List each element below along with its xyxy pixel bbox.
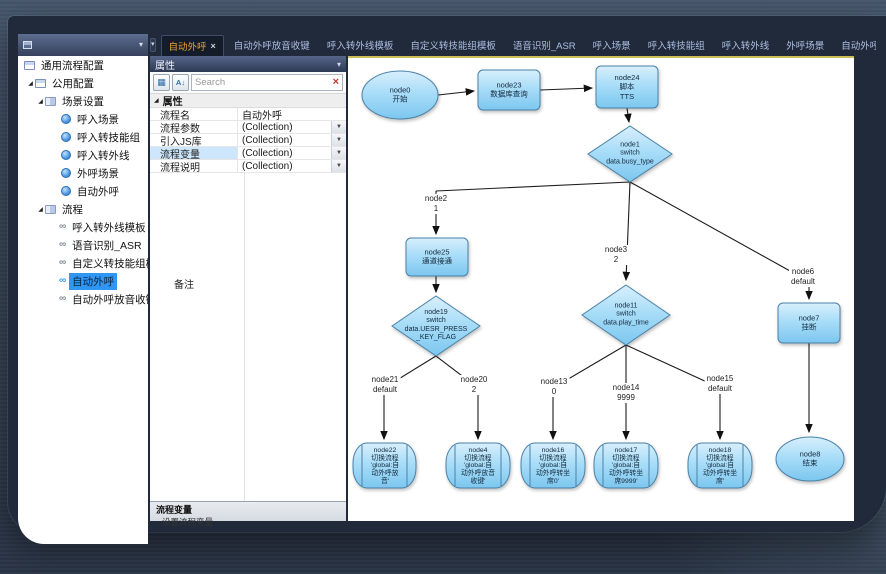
tree-item-flow-asr[interactable]: ∞ 语音识别_ASR [18, 236, 148, 254]
edge-label-node14: node14 9999 [611, 383, 642, 403]
tab-auto-outbound-active[interactable]: 自动外呼 × [161, 35, 224, 56]
node-subflow-17[interactable] [594, 443, 658, 488]
remark-label: 备注 [174, 276, 194, 291]
tab-inbound-outline[interactable]: 呼入转外线 [715, 35, 777, 55]
chain-icon: ∞ [59, 222, 66, 232]
tree-item-flows[interactable]: ◢ 流程 [18, 200, 148, 218]
tree-item-outbound-scene[interactable]: 外呼场景 [18, 164, 148, 182]
tree-item-flow-auto-outbound[interactable]: ∞ 自动外呼 [18, 272, 148, 290]
search-input[interactable] [195, 77, 333, 88]
tree-item-flow-custom-skillgroup-template[interactable]: ∞ 自定义转技能组模板 [18, 254, 148, 272]
selected-property-name: 流程变量 [156, 503, 340, 516]
dropdown-arrow-icon[interactable]: ▼ [331, 160, 346, 172]
node-subflow-18[interactable] [688, 443, 752, 488]
folder-icon [35, 79, 46, 88]
tab-custom-skillgroup-template[interactable]: 自定义转技能组模板 [403, 35, 503, 55]
node-start[interactable] [362, 71, 438, 119]
project-panel-icon [23, 41, 32, 49]
tree-item-inbound-outline[interactable]: 呼入转外线 [18, 146, 148, 164]
node-end[interactable] [776, 437, 844, 481]
selected-property-description: 设置流程变量 [156, 516, 340, 528]
property-search-box: × [191, 74, 343, 91]
document-tab-bar: ▾ 自动外呼 × 自动外呼放音收键 呼入转外线模板 自定义转技能组模板 语音识别… [150, 34, 876, 56]
close-icon[interactable]: × [211, 41, 216, 51]
app-window: ▾ 自动外呼 × 自动外呼放音收键 呼入转外线模板 自定义转技能组模板 语音识别… [8, 16, 886, 532]
edge-label-node20: node20 2 [459, 375, 490, 395]
edge-label-node2: node2 1 [423, 194, 449, 214]
edge-label-node15: node15 default [705, 374, 736, 394]
scene-icon [61, 168, 71, 178]
node-switch-press-key[interactable] [392, 296, 480, 356]
chain-icon: ∞ [59, 294, 66, 304]
tree-item-auto-outbound-scene[interactable]: 自动外呼 [18, 182, 148, 200]
tab-list-dropdown-icon[interactable]: ▾ [150, 38, 156, 52]
dropdown-arrow-icon[interactable]: ▼ [331, 147, 346, 159]
tree-item-inbound-scene[interactable]: 呼入场景 [18, 110, 148, 128]
tab-auto-outbound-play-key[interactable]: 自动外呼放音收键 [227, 35, 317, 55]
tree-item-public-config[interactable]: ◢ 公用配置 [18, 74, 148, 92]
tree-item-general-flow-config[interactable]: 通用流程配置 [18, 56, 148, 74]
expander-icon[interactable]: ◢ [26, 80, 35, 87]
tree-item-scene-settings[interactable]: ◢ 场景设置 [18, 92, 148, 110]
project-panel-header: ▾ [18, 34, 148, 56]
scene-icon [61, 132, 71, 142]
node-switch-busy-type[interactable] [588, 126, 672, 182]
edge-label-node6: node6 default [789, 267, 817, 287]
project-tree-panel: 通用流程配置 ◢ 公用配置 ◢ 场景设置 呼入场景 呼入转技能组 呼入转外线 外… [18, 56, 148, 544]
tree-item-flow-inbound-outline-template[interactable]: ∞ 呼入转外线模板 [18, 218, 148, 236]
clear-search-icon[interactable]: × [333, 77, 339, 88]
tree-item-inbound-skillgroup[interactable]: 呼入转技能组 [18, 128, 148, 146]
flow-designer-canvas[interactable]: node0 开始 node23 数据库查询 node24 脚本 TTS node… [348, 56, 854, 521]
expander-icon[interactable]: ◢ [36, 206, 45, 213]
scene-settings-icon [45, 97, 56, 106]
expander-icon: ◢ [154, 97, 159, 104]
property-row-flow-description[interactable]: 流程说明 (Collection) ▼ [150, 160, 346, 173]
properties-footer: 流程变量 设置流程变量 [150, 501, 346, 521]
flow-config-icon [24, 61, 35, 70]
node-channel-connected[interactable] [406, 238, 468, 276]
tree-item-flow-auto-outbound-play-key[interactable]: ∞ 自动外呼放音收键 [18, 290, 148, 308]
expander-icon[interactable]: ◢ [36, 98, 45, 105]
node-hangup[interactable] [778, 303, 840, 343]
chain-icon: ∞ [59, 258, 66, 268]
chevron-down-icon[interactable]: ▾ [139, 41, 143, 49]
column-divider [244, 173, 245, 501]
tab-inbound-to-outline-template[interactable]: 呼入转外线模板 [320, 35, 401, 55]
flow-edges-and-shapes [348, 58, 854, 521]
dropdown-arrow-icon[interactable]: ▼ [331, 134, 346, 146]
categorized-icon[interactable]: ▦ [153, 74, 170, 91]
node-script-tts[interactable] [596, 66, 658, 108]
properties-title: 属性 [155, 57, 175, 72]
tab-inbound-skillgroup[interactable]: 呼入转技能组 [641, 35, 712, 55]
chain-icon: ∞ [59, 276, 66, 286]
properties-panel: 属性 ▾ ▦ A↓ × ◢ 属性 流程名 自动外呼 流程参数 (Collecti… [150, 56, 346, 521]
node-db-query[interactable] [478, 70, 540, 110]
edge-label-node3: node3 2 [603, 245, 629, 265]
tab-asr[interactable]: 语音识别_ASR [506, 35, 583, 55]
scene-icon [61, 186, 71, 196]
flows-icon [45, 205, 56, 214]
node-switch-play-time[interactable] [582, 285, 670, 345]
node-subflow-4[interactable] [446, 443, 510, 488]
edge-label-node13: node13 0 [539, 377, 570, 397]
tab-inbound-scene[interactable]: 呼入场景 [586, 35, 638, 55]
property-remark-area: 备注 [150, 173, 346, 501]
tab-label: 自动外呼 [169, 39, 207, 53]
properties-toolbar: ▦ A↓ × [150, 72, 346, 94]
scene-icon [61, 114, 71, 124]
chevron-down-icon[interactable]: ▾ [337, 60, 341, 69]
scene-icon [61, 150, 71, 160]
properties-panel-header: 属性 ▾ [150, 56, 346, 72]
edge-label-node21: node21 default [370, 375, 401, 395]
tab-outbound-scene[interactable]: 外呼场景 [779, 35, 831, 55]
sort-az-icon[interactable]: A↓ [172, 74, 189, 91]
chain-icon: ∞ [59, 240, 66, 250]
desktop-background: { "icons": { "chevron_down": "▾", "close… [0, 0, 886, 574]
tab-auto-outbound2[interactable]: 自动外呼 [834, 35, 876, 55]
dropdown-arrow-icon[interactable]: ▼ [331, 121, 346, 133]
node-subflow-16[interactable] [521, 443, 585, 488]
